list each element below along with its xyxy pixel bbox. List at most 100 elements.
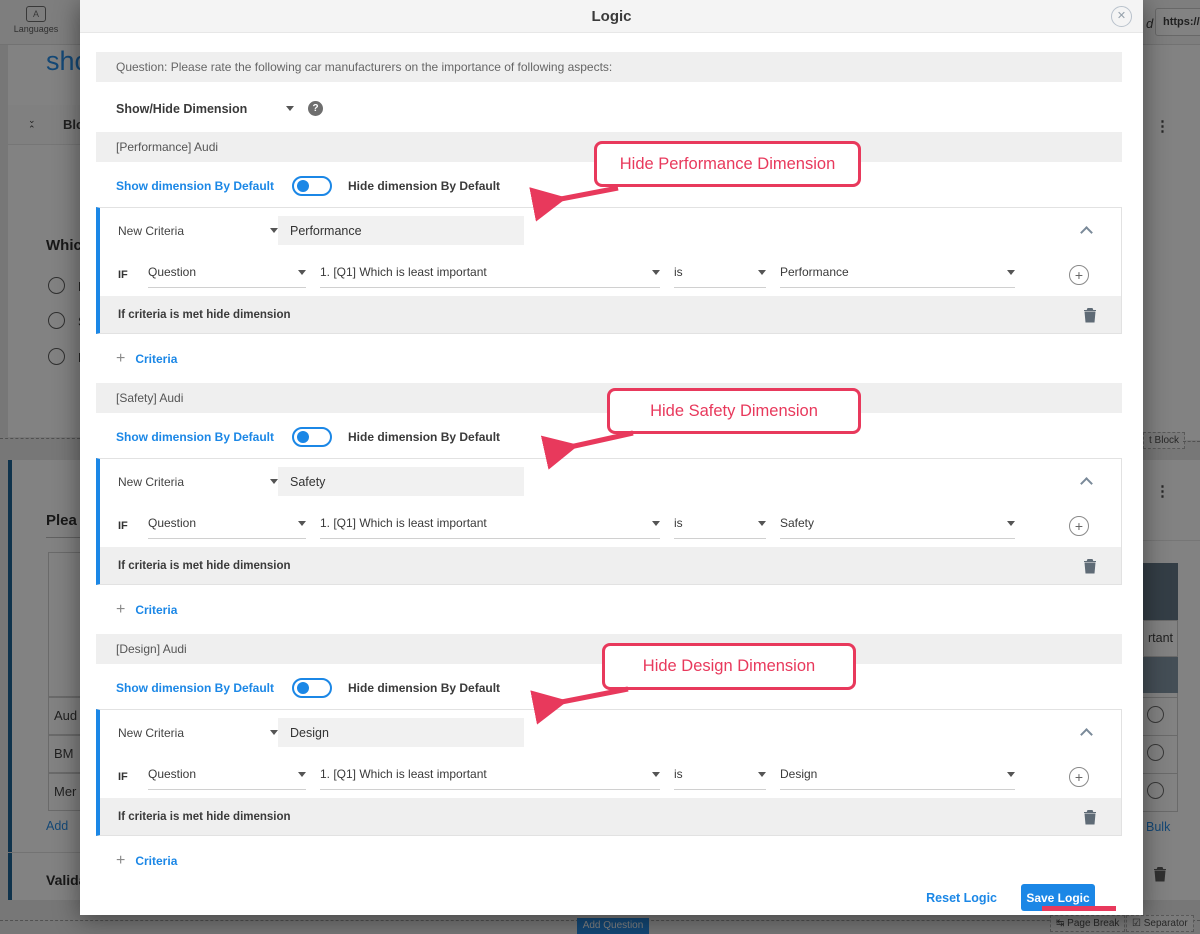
criteria-type-value: New Criteria xyxy=(118,224,184,238)
toggle-knob xyxy=(297,180,309,192)
if-label: IF xyxy=(118,771,148,783)
chevron-down-icon xyxy=(270,479,278,484)
condition-value-value: Safety xyxy=(780,516,814,530)
condition-value-dropdown[interactable]: Design xyxy=(780,764,1015,790)
plus-icon: + xyxy=(116,852,125,870)
show-by-default-label: Show dimension By Default xyxy=(116,430,274,444)
condition-operator-value: is xyxy=(674,767,683,781)
delete-criteria-icon[interactable] xyxy=(1083,307,1097,323)
condition-source-value: Question xyxy=(148,265,196,279)
modal-body: Question: Please rate the following car … xyxy=(80,52,1143,911)
condition-question-value: 1. [Q1] Which is least important xyxy=(320,265,487,279)
condition-value-value: Design xyxy=(780,767,817,781)
condition-value-dropdown[interactable]: Performance xyxy=(780,262,1015,288)
visibility-toggle[interactable] xyxy=(292,176,332,196)
hide-by-default-label: Hide dimension By Default xyxy=(348,681,500,695)
plus-icon: + xyxy=(116,350,125,368)
chevron-down-icon xyxy=(1007,270,1015,275)
chevron-down-icon xyxy=(298,270,306,275)
dimension-name-input[interactable] xyxy=(278,467,524,496)
criteria-met-bar: If criteria is met hide dimension xyxy=(100,296,1121,333)
delete-criteria-icon[interactable] xyxy=(1083,809,1097,825)
add-condition-icon[interactable]: + xyxy=(1069,265,1089,285)
condition-question-dropdown[interactable]: 1. [Q1] Which is least important xyxy=(320,764,660,790)
criteria-met-text: If criteria is met hide dimension xyxy=(118,309,291,321)
condition-operator-value: is xyxy=(674,516,683,530)
condition-source-value: Question xyxy=(148,767,196,781)
chevron-down-icon xyxy=(652,772,660,777)
criteria-card: New Criteria IF Question 1. [Q1] Which i… xyxy=(96,207,1122,334)
hide-by-default-label: Hide dimension By Default xyxy=(348,430,500,444)
logic-type-value: Show/Hide Dimension xyxy=(116,102,247,116)
chevron-down-icon xyxy=(286,106,294,111)
toggle-knob xyxy=(297,682,309,694)
condition-question-dropdown[interactable]: 1. [Q1] Which is least important xyxy=(320,262,660,288)
add-criteria-link[interactable]: Criteria xyxy=(135,352,177,366)
criteria-card-top-row: New Criteria xyxy=(100,459,1121,504)
condition-operator-dropdown[interactable]: is xyxy=(674,513,766,539)
default-visibility-row: Show dimension By Default Hide dimension… xyxy=(96,674,1122,702)
if-label: IF xyxy=(118,520,148,532)
chevron-down-icon xyxy=(270,228,278,233)
chevron-down-icon xyxy=(652,521,660,526)
criteria-type-value: New Criteria xyxy=(118,726,184,740)
delete-criteria-icon[interactable] xyxy=(1083,558,1097,574)
criteria-type-dropdown[interactable]: New Criteria xyxy=(118,475,278,489)
condition-row: IF Question 1. [Q1] Which is least impor… xyxy=(100,253,1121,296)
collapse-criteria-icon[interactable] xyxy=(1080,226,1093,239)
dimension-name-input[interactable] xyxy=(278,216,524,245)
condition-question-value: 1. [Q1] Which is least important xyxy=(320,516,487,530)
criteria-type-dropdown[interactable]: New Criteria xyxy=(118,726,278,740)
save-logic-button[interactable]: Save Logic xyxy=(1021,884,1095,911)
condition-value-dropdown[interactable]: Safety xyxy=(780,513,1015,539)
question-context-bar: Question: Please rate the following car … xyxy=(96,52,1122,82)
condition-source-dropdown[interactable]: Question xyxy=(148,262,306,288)
chevron-down-icon xyxy=(758,772,766,777)
criteria-met-text: If criteria is met hide dimension xyxy=(118,560,291,572)
modal-footer: Reset Logic Save Logic xyxy=(96,884,1122,911)
condition-source-dropdown[interactable]: Question xyxy=(148,513,306,539)
add-condition-icon[interactable]: + xyxy=(1069,516,1089,536)
modal-header: Logic ✕ xyxy=(80,0,1143,33)
criteria-met-bar: If criteria is met hide dimension xyxy=(100,798,1121,835)
chevron-down-icon xyxy=(1007,772,1015,777)
chevron-down-icon xyxy=(298,772,306,777)
add-condition-icon[interactable]: + xyxy=(1069,767,1089,787)
toggle-knob xyxy=(297,431,309,443)
chevron-down-icon xyxy=(1007,521,1015,526)
criteria-card: New Criteria IF Question 1. [Q1] Which i… xyxy=(96,458,1122,585)
chevron-down-icon xyxy=(270,730,278,735)
reset-logic-link[interactable]: Reset Logic xyxy=(926,891,997,905)
add-criteria-link[interactable]: Criteria xyxy=(135,854,177,868)
collapse-criteria-icon[interactable] xyxy=(1080,477,1093,490)
help-icon[interactable]: ? xyxy=(308,101,323,116)
add-criteria-link[interactable]: Criteria xyxy=(135,603,177,617)
condition-row: IF Question 1. [Q1] Which is least impor… xyxy=(100,755,1121,798)
condition-source-dropdown[interactable]: Question xyxy=(148,764,306,790)
logic-type-dropdown[interactable]: Show/Hide Dimension xyxy=(116,102,294,116)
chevron-down-icon xyxy=(758,521,766,526)
dimension-section-header: [Performance] Audi xyxy=(96,132,1122,162)
criteria-card-top-row: New Criteria xyxy=(100,208,1121,253)
show-by-default-label: Show dimension By Default xyxy=(116,179,274,193)
dimension-section-header: [Safety] Audi xyxy=(96,383,1122,413)
condition-operator-dropdown[interactable]: is xyxy=(674,764,766,790)
chevron-down-icon xyxy=(758,270,766,275)
default-visibility-row: Show dimension By Default Hide dimension… xyxy=(96,172,1122,200)
condition-operator-dropdown[interactable]: is xyxy=(674,262,766,288)
add-criteria-row: + Criteria xyxy=(96,600,1122,620)
add-criteria-row: + Criteria xyxy=(96,851,1122,871)
close-icon[interactable]: ✕ xyxy=(1111,6,1132,27)
hide-by-default-label: Hide dimension By Default xyxy=(348,179,500,193)
visibility-toggle[interactable] xyxy=(292,678,332,698)
logic-modal: Logic ✕ Question: Please rate the follow… xyxy=(80,0,1143,915)
if-label: IF xyxy=(118,269,148,281)
criteria-met-bar: If criteria is met hide dimension xyxy=(100,547,1121,584)
collapse-criteria-icon[interactable] xyxy=(1080,728,1093,741)
condition-question-dropdown[interactable]: 1. [Q1] Which is least important xyxy=(320,513,660,539)
dimension-name-input[interactable] xyxy=(278,718,524,747)
visibility-toggle[interactable] xyxy=(292,427,332,447)
criteria-type-dropdown[interactable]: New Criteria xyxy=(118,224,278,238)
condition-row: IF Question 1. [Q1] Which is least impor… xyxy=(100,504,1121,547)
add-criteria-row: + Criteria xyxy=(96,349,1122,369)
